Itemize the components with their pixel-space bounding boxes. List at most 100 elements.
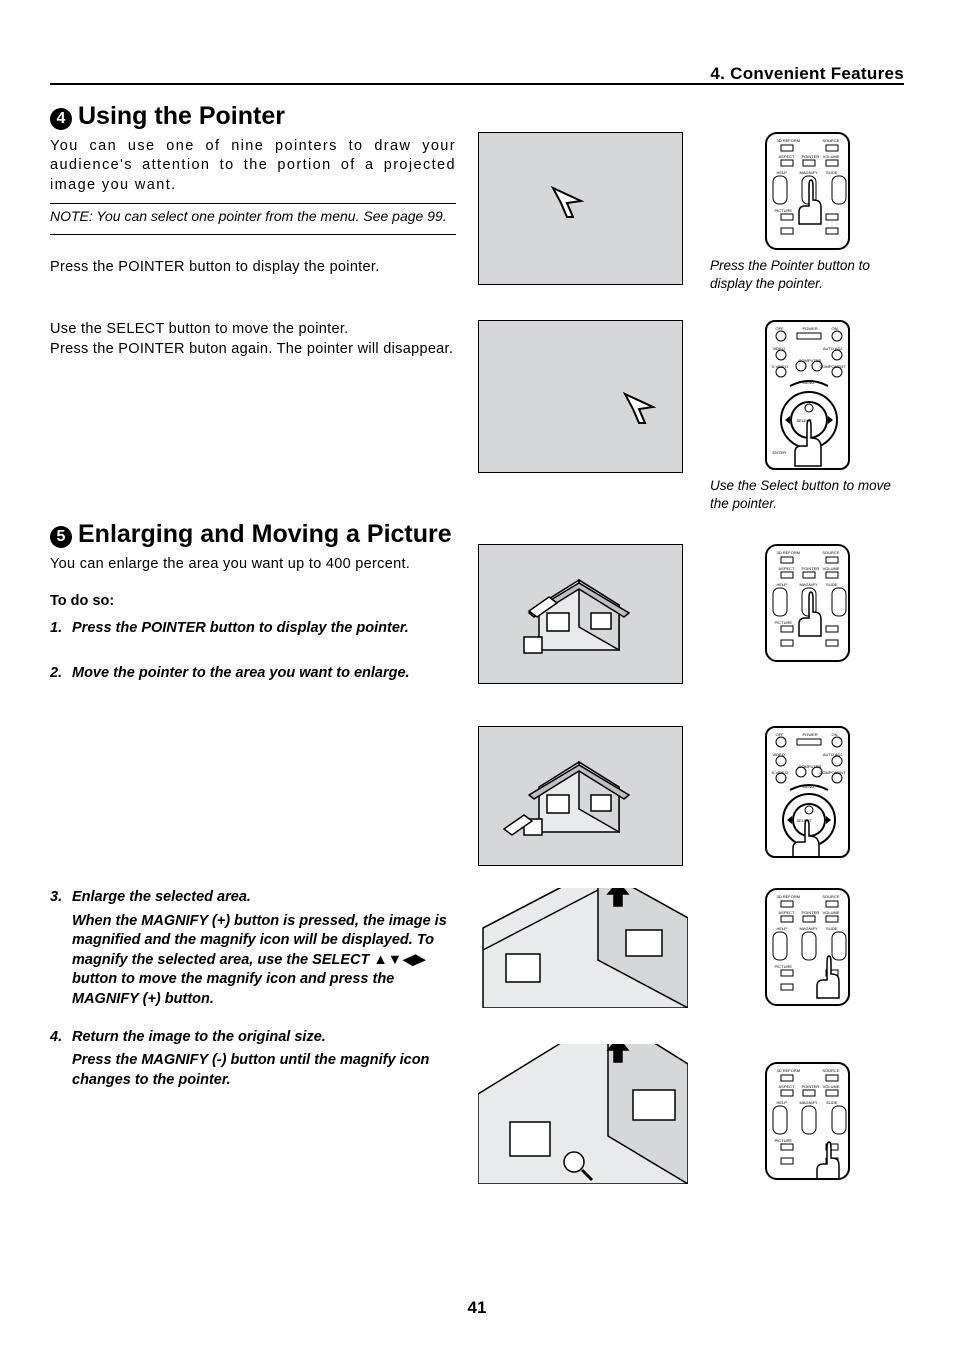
remote-label: SELECT <box>797 418 813 423</box>
remote-label: HELP <box>777 926 787 931</box>
remote-label: MAGNIFY <box>800 926 818 931</box>
step-item: 1.Press the POINTER button to display th… <box>50 619 456 639</box>
remote-label: ASPECT <box>779 910 795 915</box>
remote-label: OFF <box>776 326 784 331</box>
remote-figure-4: OFF ON POWER VIDEO AUTO ADJ. COMPUTER S-… <box>765 726 850 858</box>
remote-label: MAGNIFY <box>800 1100 818 1105</box>
hand-icon <box>817 1142 839 1180</box>
projection-screen-figure-2 <box>478 320 683 473</box>
section-5-intro: You can enlarge the area you want up to … <box>50 555 456 575</box>
remote-label: HELP <box>777 582 787 587</box>
remote-label: POWER <box>803 732 818 737</box>
step-item: 4. Return the image to the original size… <box>50 1028 456 1091</box>
note-rule-bottom <box>50 234 456 235</box>
page-number: 41 <box>0 1298 954 1318</box>
projection-screen-figure-1 <box>478 132 683 285</box>
remote-figure-5: 3D REFORM SOURCE ASPECT POINTER VOLUME H… <box>765 888 850 1006</box>
house-figure-1 <box>478 544 683 684</box>
remote-label: MENU <box>803 380 815 385</box>
remote-label: PICTURE <box>775 208 793 213</box>
section-5-title: Enlarging and Moving a Picture <box>78 520 452 548</box>
pointer-arrow-icon <box>547 183 587 223</box>
step-1-text: Press the POINTER button to display the … <box>72 620 409 636</box>
remote-label: COMPUTER <box>799 358 822 363</box>
section-5-heading: 5 Enlarging and Moving a Picture <box>50 520 456 549</box>
section-5-todo: To do so: <box>50 593 456 609</box>
note-rule-top <box>50 203 456 204</box>
step-2-text: Move the pointer to the area you want to… <box>72 665 410 681</box>
remote-label: VIDEO <box>773 346 785 351</box>
remote-label: POINTER <box>802 1084 820 1089</box>
step-item: 3. Enlarge the selected area. When the M… <box>50 888 456 1009</box>
magnified-house-figure-2 <box>478 1044 688 1184</box>
remote-label: POINTER <box>802 910 820 915</box>
remote-label: VIDEO <box>773 752 785 757</box>
section-4-p2: Use the SELECT button to move the pointe… <box>50 320 456 359</box>
remote-label: SLIDE <box>826 1100 838 1105</box>
house-drawing <box>479 727 682 865</box>
step-3-subtext: When the MAGNIFY (+) button is pressed, … <box>72 912 456 1010</box>
section-4-intro: You can use one of nine pointers to draw… <box>50 137 456 196</box>
remote-label: HELP <box>777 170 787 175</box>
remote-label: COMPUTER <box>799 764 822 769</box>
step-4-text: Return the image to the original size. <box>72 1029 326 1045</box>
remote-label: POINTER <box>802 566 820 571</box>
remote-label: 3D REFORM <box>777 1068 801 1073</box>
magnified-house-figure-1 <box>478 888 688 1008</box>
remote-label: COMPONENT <box>820 364 846 369</box>
remote-label: AUTO ADJ. <box>823 346 844 351</box>
section-4-heading: 4 Using the Pointer <box>50 102 456 131</box>
figure-caption-2: Use the Select button to move the pointe… <box>710 477 904 512</box>
section-4-p1: Press the POINTER button to display the … <box>50 258 456 278</box>
remote-figure-3: 3D REFORM SOURCE ASPECT POINTER VOLUME H… <box>765 544 850 662</box>
section-number-badge: 4 <box>50 108 72 130</box>
remote-label: ENTER <box>773 450 787 455</box>
remote-label: ON <box>832 326 838 331</box>
house-figure-2 <box>478 726 683 866</box>
step-3-text: Enlarge the selected area. <box>72 889 251 905</box>
pointer-arrow-icon <box>619 389 659 429</box>
remote-label: VOLUME <box>823 566 840 571</box>
section-4-note: NOTE: You can select one pointer from th… <box>50 207 456 225</box>
step-4-subtext: Press the MAGNIFY (-) button until the m… <box>72 1051 456 1090</box>
remote-label: PICTURE <box>775 620 793 625</box>
remote-figure-1: 3D REFORM SOURCE ASPECT POINTER VOLUME H… <box>765 132 850 250</box>
remote-label: MAGNIFY <box>800 582 818 587</box>
step-item: 2.Move the pointer to the area you want … <box>50 664 456 684</box>
remote-label: VOLUME <box>823 154 840 159</box>
house-drawing <box>479 545 682 683</box>
remote-label: ASPECT <box>779 154 795 159</box>
remote-label: VOLUME <box>823 1084 840 1089</box>
remote-label: COMPONENT <box>820 770 846 775</box>
remote-label: 3D REFORM <box>777 138 801 143</box>
remote-label: VOLUME <box>823 910 840 915</box>
remote-label: SLIDE <box>826 170 838 175</box>
remote-label: POINTER <box>802 154 820 159</box>
remote-label: 3D REFORM <box>777 550 801 555</box>
remote-label: MAGNIFY <box>800 170 818 175</box>
remote-label: ASPECT <box>779 1084 795 1089</box>
remote-label: PICTURE <box>775 1138 793 1143</box>
remote-label: S-VIDEO <box>772 364 788 369</box>
section-number-badge: 5 <box>50 526 72 548</box>
remote-label: ON <box>832 732 838 737</box>
remote-figure-2: OFF ON POWER VIDEO AUTO ADJ. COMPUTER S-… <box>765 320 850 470</box>
remote-label: PICTURE <box>775 964 793 969</box>
remote-label: SLIDE <box>826 926 838 931</box>
remote-label: HELP <box>777 1100 787 1105</box>
remote-label: AUTO ADJ. <box>823 752 844 757</box>
remote-label: SOURCE <box>822 1068 839 1073</box>
remote-label: ASPECT <box>779 566 795 571</box>
remote-label: SOURCE <box>822 894 839 899</box>
remote-label: SOURCE <box>822 138 839 143</box>
remote-label: SELECT <box>797 818 813 823</box>
remote-label: SOURCE <box>822 550 839 555</box>
section-4-title: Using the Pointer <box>78 102 285 130</box>
remote-label: MENU <box>803 784 815 789</box>
figure-caption-1: Press the Pointer button to display the … <box>710 257 904 292</box>
hand-icon <box>817 956 839 998</box>
remote-label: POWER <box>803 326 818 331</box>
remote-label: 3D REFORM <box>777 894 801 899</box>
remote-figure-6: 3D REFORM SOURCE ASPECT POINTER VOLUME H… <box>765 1062 850 1180</box>
remote-label: S-VIDEO <box>772 770 788 775</box>
